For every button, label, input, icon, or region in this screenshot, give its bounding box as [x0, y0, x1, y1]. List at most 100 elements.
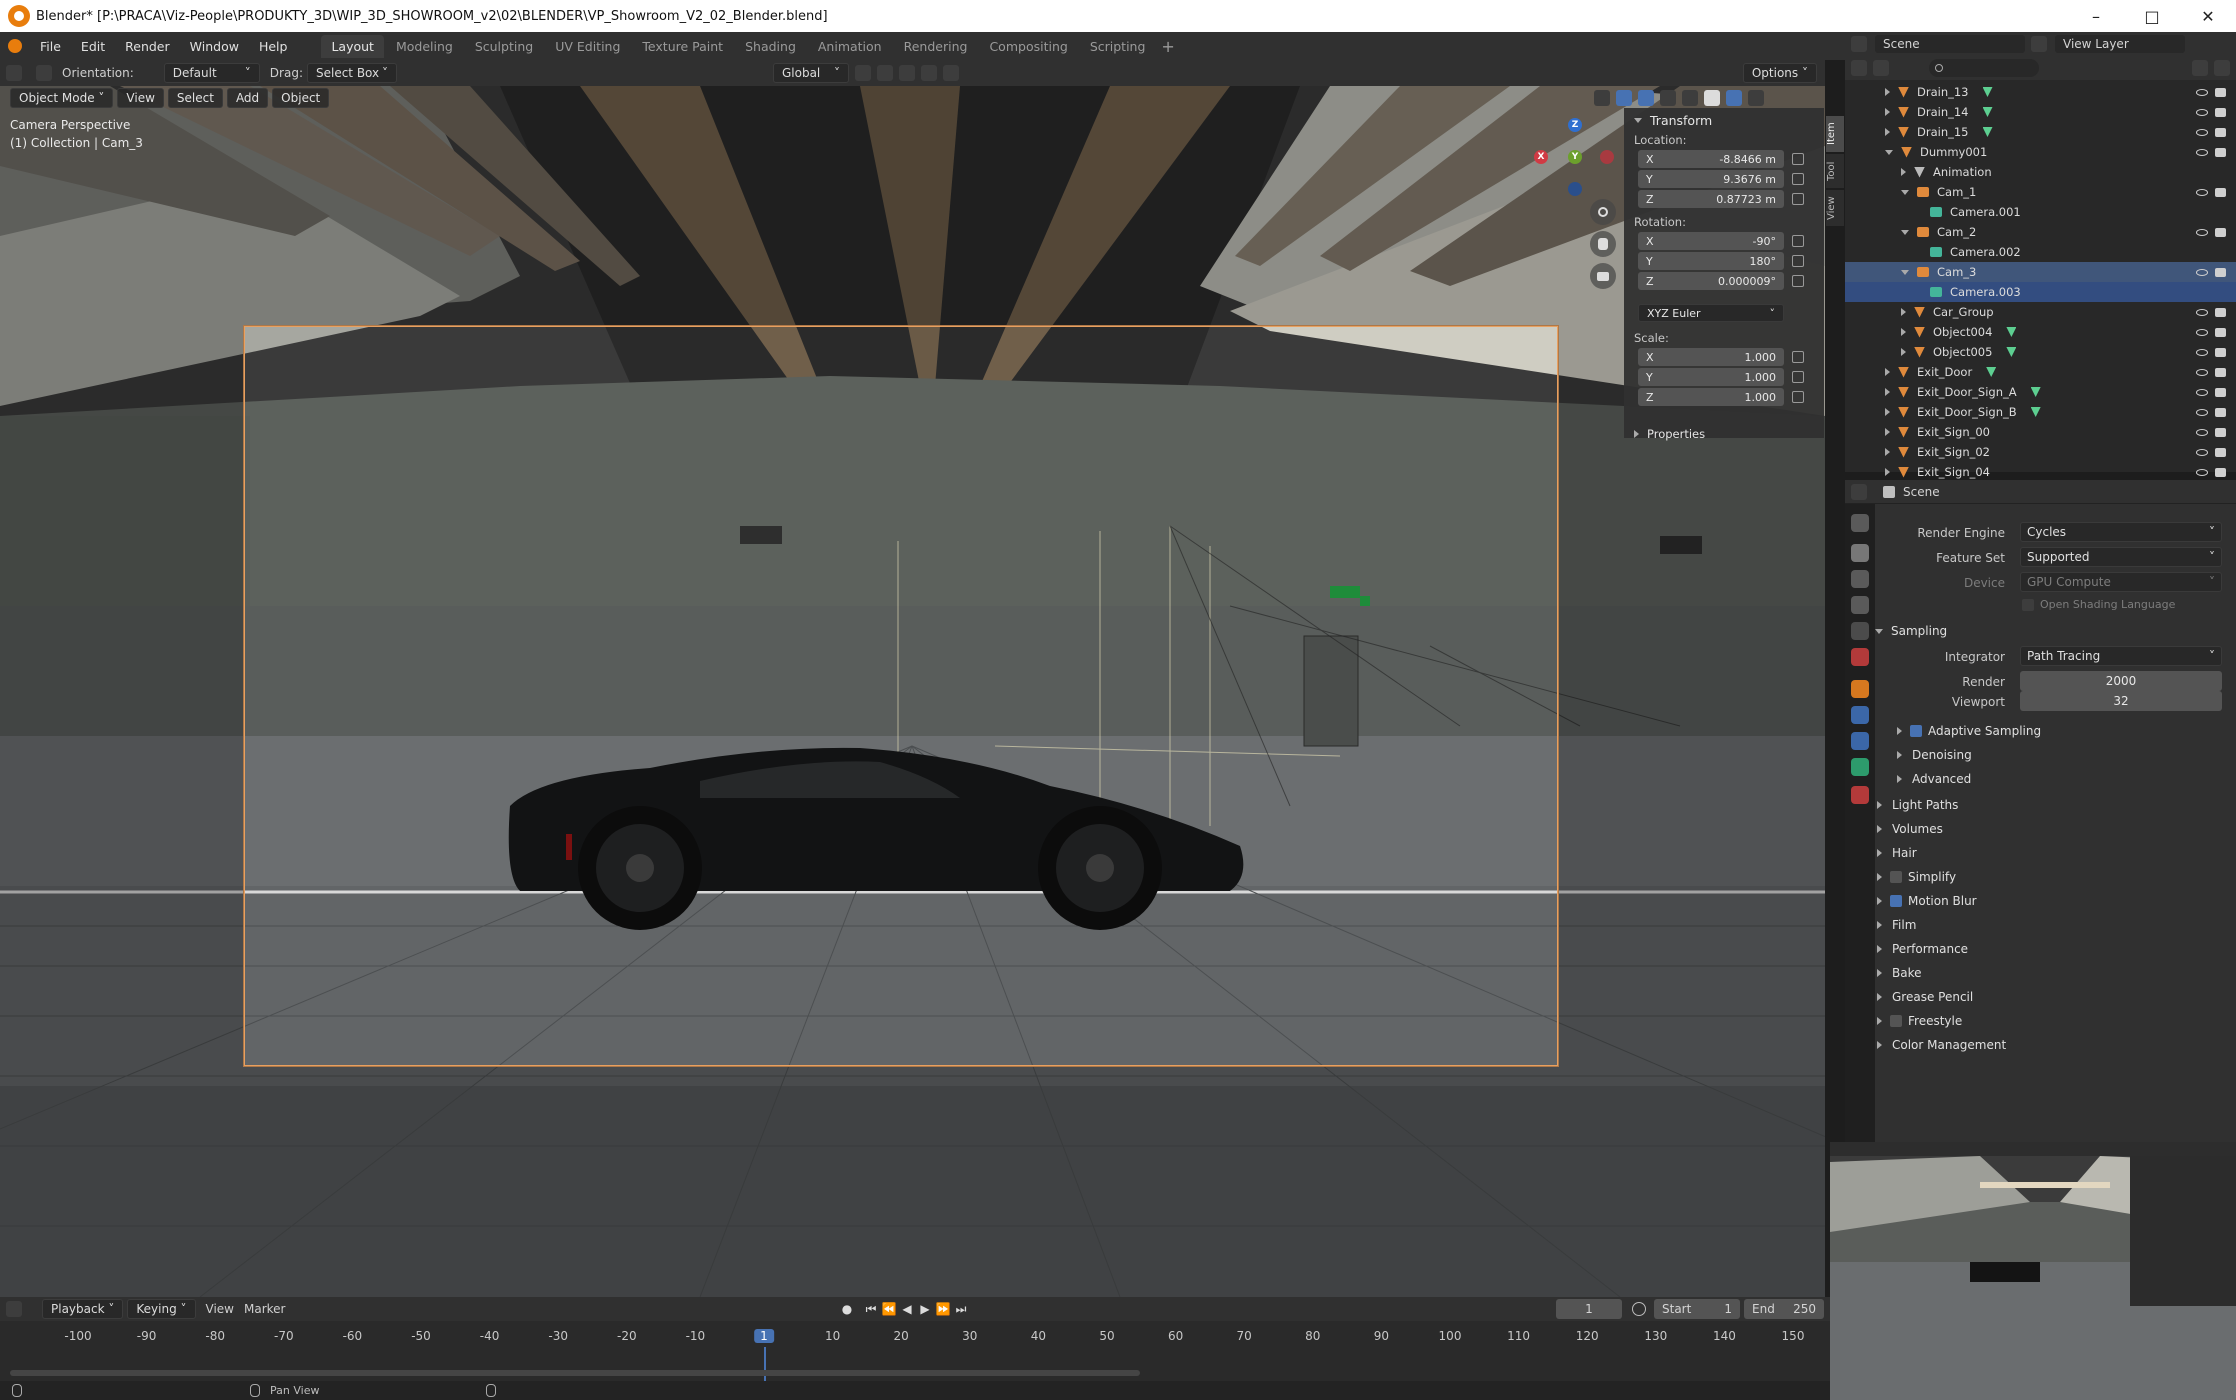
- panel-color-management[interactable]: Color Management: [1877, 1034, 2227, 1056]
- current-frame-field[interactable]: 1: [1556, 1299, 1622, 1319]
- object-menu[interactable]: Object: [272, 88, 330, 108]
- panel-freestyle[interactable]: Freestyle: [1877, 1010, 2227, 1032]
- pivot-point-icon[interactable]: [854, 65, 871, 81]
- feature-set-dropdown[interactable]: Supported ˅: [2020, 547, 2222, 567]
- subsection-denoising[interactable]: Denoising: [1897, 744, 2227, 766]
- eye-icon[interactable]: [2196, 448, 2208, 456]
- outliner-item[interactable]: Cam_1: [1845, 182, 2236, 202]
- eye-icon[interactable]: [2196, 268, 2208, 276]
- tab-shading[interactable]: Shading: [735, 35, 806, 58]
- new-collection-icon[interactable]: [2214, 60, 2230, 76]
- panel-light-paths[interactable]: Light Paths: [1877, 794, 2227, 816]
- panel-film[interactable]: Film: [1877, 914, 2227, 936]
- expand-arrow-icon[interactable]: [1901, 229, 1909, 235]
- falloff-icon[interactable]: [942, 65, 959, 81]
- eye-icon[interactable]: [2196, 428, 2208, 436]
- render-samples-field[interactable]: 2000: [2020, 671, 2222, 691]
- start-frame-field[interactable]: Start 1: [1654, 1299, 1740, 1319]
- expand-arrow-icon[interactable]: [1901, 189, 1909, 195]
- gizmo-y-axis[interactable]: Y: [1568, 150, 1582, 164]
- scene-icon[interactable]: [1851, 36, 1867, 52]
- expand-arrow-icon[interactable]: [1885, 149, 1893, 155]
- eye-icon[interactable]: [2196, 328, 2208, 336]
- prev-keyframe-icon[interactable]: ⏪: [882, 1302, 897, 1316]
- tab-texture-paint[interactable]: Texture Paint: [632, 35, 733, 58]
- integrator-dropdown[interactable]: Path Tracing ˅: [2020, 646, 2222, 666]
- tool-tab-icon[interactable]: [1851, 514, 1869, 532]
- tab-sculpting[interactable]: Sculpting: [465, 35, 543, 58]
- transform-panel-header[interactable]: Transform: [1634, 110, 1814, 130]
- scale-x-field[interactable]: X 1.000: [1638, 348, 1784, 366]
- gizmo-neg-x-axis[interactable]: [1600, 150, 1614, 164]
- outliner-item[interactable]: Drain_13: [1845, 82, 2236, 102]
- panel-grease-pencil[interactable]: Grease Pencil: [1877, 986, 2227, 1008]
- menu-file[interactable]: File: [30, 39, 71, 54]
- view-layer-field[interactable]: View Layer: [2055, 35, 2185, 53]
- modifier-tab-icon[interactable]: [1851, 706, 1869, 724]
- eye-icon[interactable]: [2196, 228, 2208, 236]
- render-engine-dropdown[interactable]: Cycles ˅: [2020, 522, 2222, 542]
- scale-z-field[interactable]: Z 1.000: [1638, 388, 1784, 406]
- scale-y-field[interactable]: Y 1.000: [1638, 368, 1784, 386]
- tab-layout[interactable]: Layout: [321, 34, 384, 58]
- sampling-section[interactable]: Sampling: [1875, 620, 2225, 642]
- maximize-icon[interactable]: □: [2124, 0, 2180, 32]
- solid-shading-icon[interactable]: [1704, 90, 1720, 106]
- eye-icon[interactable]: [2196, 308, 2208, 316]
- expand-arrow-icon[interactable]: [1901, 348, 1906, 356]
- expand-arrow-icon[interactable]: [1901, 269, 1909, 275]
- rotation-y-field[interactable]: Y 180°: [1638, 252, 1784, 270]
- transform-orientation-dropdown[interactable]: Global ˅: [772, 63, 849, 83]
- eye-icon[interactable]: [2196, 348, 2208, 356]
- outliner-item[interactable]: Exit_Sign_02: [1845, 442, 2236, 462]
- render-camera-icon[interactable]: [2215, 447, 2226, 457]
- expand-arrow-icon[interactable]: [1885, 448, 1890, 456]
- expand-arrow-icon[interactable]: [1885, 408, 1890, 416]
- scene-tab-icon[interactable]: [1851, 622, 1869, 640]
- tab-uv-editing[interactable]: UV Editing: [545, 35, 630, 58]
- zoom-icon[interactable]: [1590, 199, 1616, 225]
- expand-arrow-icon[interactable]: [1885, 428, 1890, 436]
- outliner-item[interactable]: Exit_Door_Sign_A: [1845, 382, 2236, 402]
- outliner-item[interactable]: Exit_Door_Sign_B: [1845, 402, 2236, 422]
- next-keyframe-icon[interactable]: ⏩: [936, 1302, 951, 1316]
- render-camera-icon[interactable]: [2215, 107, 2226, 117]
- timeline-scrollbar[interactable]: [10, 1370, 1140, 1376]
- add-workspace-icon[interactable]: +: [1161, 37, 1174, 56]
- render-camera-icon[interactable]: [2215, 367, 2226, 377]
- render-camera-icon[interactable]: [2215, 427, 2226, 437]
- checkbox[interactable]: [1890, 1015, 1902, 1027]
- expand-arrow-icon[interactable]: [1885, 88, 1890, 96]
- eye-icon[interactable]: [2196, 88, 2208, 96]
- render-camera-icon[interactable]: [2215, 327, 2226, 337]
- pan-hand-icon[interactable]: [1590, 231, 1616, 257]
- end-frame-field[interactable]: End 250: [1744, 1299, 1824, 1319]
- checkbox[interactable]: [1890, 871, 1902, 883]
- outliner-item[interactable]: Animation: [1845, 162, 2236, 182]
- scene-field[interactable]: Scene: [1875, 35, 2025, 53]
- subsection-advanced[interactable]: Advanced: [1897, 768, 2227, 790]
- render-tab-icon[interactable]: [1851, 544, 1869, 562]
- orientation-dropdown[interactable]: Default ˅: [163, 63, 260, 83]
- select-menu[interactable]: Select: [167, 88, 223, 108]
- visibility-icon[interactable]: [1594, 90, 1610, 106]
- proportional-edit-icon[interactable]: [920, 65, 937, 81]
- menu-edit[interactable]: Edit: [71, 39, 115, 54]
- render-camera-icon[interactable]: [2215, 267, 2226, 277]
- outliner-item[interactable]: Camera.001: [1845, 202, 2236, 222]
- output-tab-icon[interactable]: [1851, 570, 1869, 588]
- outliner-item[interactable]: Drain_15: [1845, 122, 2236, 142]
- location-z-field[interactable]: Z 0.87723 m: [1638, 190, 1784, 208]
- render-camera-icon[interactable]: [2215, 407, 2226, 417]
- view-layer-icon[interactable]: [2031, 36, 2047, 52]
- rotation-mode-dropdown[interactable]: XYZ Euler ˅: [1638, 304, 1784, 322]
- material-shading-icon[interactable]: [1726, 90, 1742, 106]
- tab-compositing[interactable]: Compositing: [979, 35, 1077, 58]
- expand-arrow-icon[interactable]: [1885, 128, 1890, 136]
- eye-icon[interactable]: [2196, 388, 2208, 396]
- blender-menu-icon[interactable]: [0, 39, 30, 53]
- outliner-item[interactable]: Object004: [1845, 322, 2236, 342]
- jump-end-icon[interactable]: ⏭: [954, 1302, 968, 1316]
- lock-icon[interactable]: [1792, 235, 1804, 247]
- outliner-item[interactable]: Dummy001: [1845, 142, 2236, 162]
